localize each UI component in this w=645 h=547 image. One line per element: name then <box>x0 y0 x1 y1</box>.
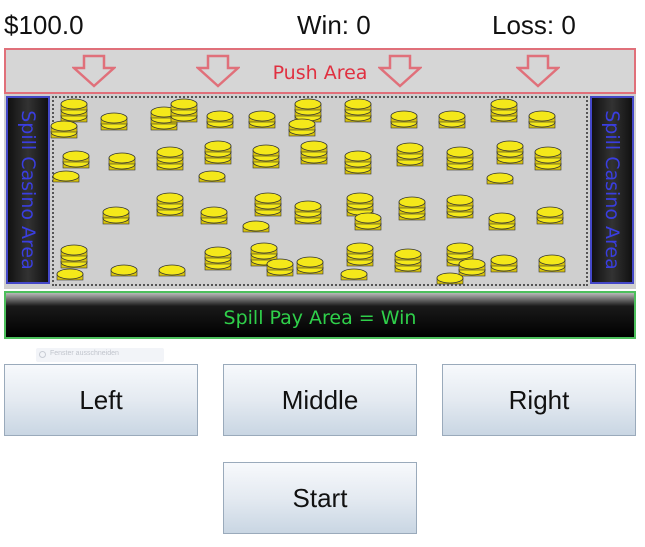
spill-casino-area-right: Spill Casino Area <box>590 96 634 284</box>
spill-casino-label-right: Spill Casino Area <box>601 110 623 270</box>
tooltip-ghost: Fenster ausschneiden <box>36 348 164 362</box>
balance-display: $100.0 <box>4 10 84 40</box>
coin-board: Spill Casino Area Spill Casino Area <box>4 94 636 289</box>
down-arrow-icon <box>516 54 560 88</box>
middle-button[interactable]: Middle <box>223 364 417 436</box>
down-arrow-icon <box>378 54 422 88</box>
spill-casino-area-left: Spill Casino Area <box>6 96 50 284</box>
coin-field <box>50 98 566 285</box>
push-area: Push Area <box>4 48 636 94</box>
tooltip-text: Fenster ausschneiden <box>50 350 119 357</box>
right-button[interactable]: Right <box>442 364 636 436</box>
left-button[interactable]: Left <box>4 364 198 436</box>
loss-counter: Loss: 0 <box>492 10 576 40</box>
spill-pay-area-label: Spill Pay Area = Win <box>223 307 417 329</box>
spill-pay-area: Spill Pay Area = Win <box>4 291 636 339</box>
win-counter: Win: 0 <box>297 10 371 40</box>
spill-casino-label-left: Spill Casino Area <box>17 110 39 270</box>
scissors-icon <box>39 351 46 358</box>
start-button[interactable]: Start <box>223 462 417 534</box>
